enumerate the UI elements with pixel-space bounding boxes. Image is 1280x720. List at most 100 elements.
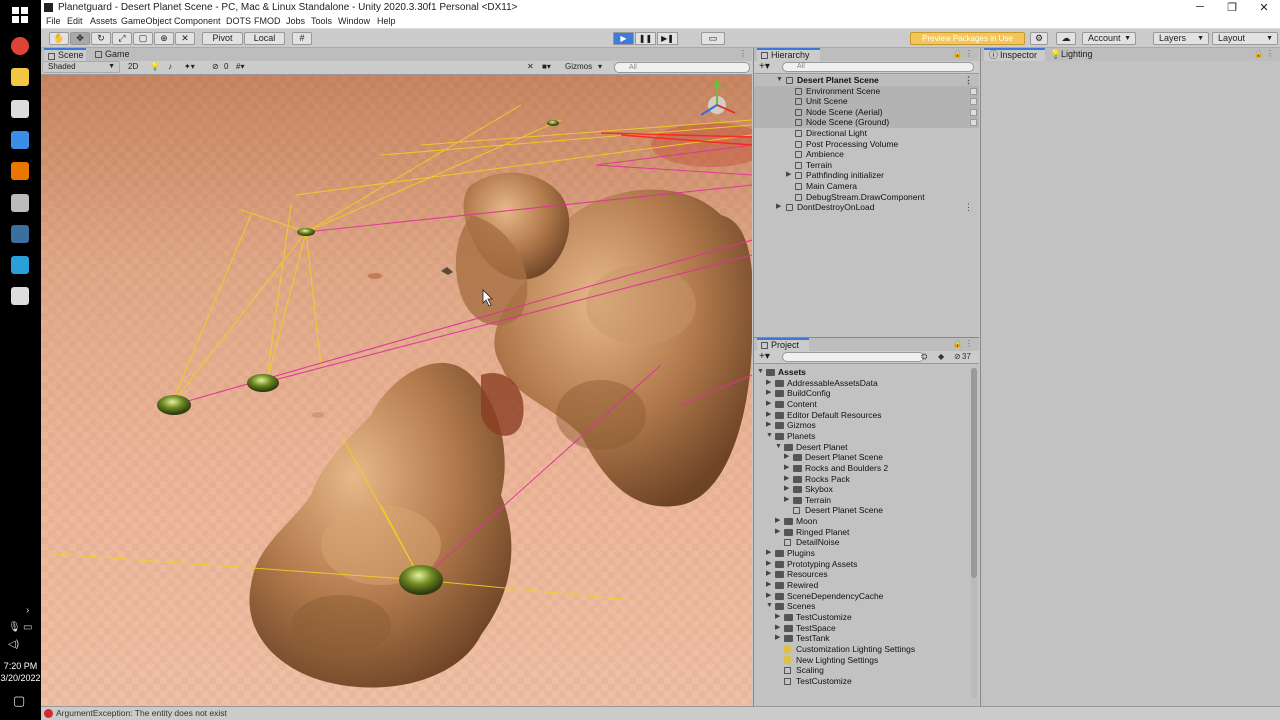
blender-icon[interactable] [11, 162, 29, 181]
project-item[interactable]: ▶ Moon [754, 516, 979, 527]
lighting-icon[interactable]: 💡 [150, 62, 160, 71]
app-blue-icon[interactable] [11, 130, 29, 149]
hierarchy-item[interactable]: Unit Scene [754, 96, 979, 107]
panel-menu-icon[interactable]: 🔒 ⋮ [953, 339, 973, 348]
hidden-objects-icon[interactable]: ⊘ [212, 62, 219, 71]
menu-window[interactable]: Window [338, 16, 370, 26]
project-item[interactable]: ▶ Terrain [754, 495, 979, 506]
tools-icon[interactable]: ✕ [527, 62, 534, 71]
visibility-toggle[interactable] [970, 98, 977, 106]
project-item[interactable]: TestCustomize [754, 676, 979, 687]
project-assets-root[interactable]: ▼ Assets [754, 367, 979, 378]
rotate-tool-button[interactable]: ↻ [91, 32, 111, 45]
local-toggle[interactable]: Local [244, 32, 285, 45]
project-item[interactable]: ▶ BuildConfig [754, 388, 979, 399]
hierarchy-item[interactable]: Directional Light [754, 128, 979, 139]
maximize-button[interactable]: ❐ [1217, 1, 1247, 14]
menu-edit[interactable]: Edit [67, 16, 83, 26]
file-explorer-icon[interactable] [11, 68, 29, 87]
menu-assets[interactable]: Assets [90, 16, 117, 26]
camera-icon[interactable]: ■▾ [542, 62, 551, 71]
notifications-icon[interactable]: ▢ [13, 693, 25, 709]
shading-mode-dropdown[interactable]: Shaded ▼ [42, 61, 120, 73]
app-cyan-icon[interactable] [11, 256, 29, 275]
menu-dots[interactable]: DOTS [226, 16, 251, 26]
layout-dropdown[interactable]: Layout ▼ [1212, 32, 1278, 45]
project-item[interactable]: ▶ Gizmos [754, 420, 979, 431]
move-tool-button[interactable]: ✥ [70, 32, 90, 45]
custom-tool-button[interactable]: ✕ [175, 32, 195, 45]
project-item[interactable]: DetailNoise [754, 537, 979, 548]
collab-icon[interactable]: ⚙ [1030, 32, 1048, 45]
minimize-button[interactable]: ─ [1185, 1, 1215, 13]
project-item[interactable]: ▶ Ringed Planet [754, 527, 979, 538]
hierarchy-scene-root[interactable]: ▼ Desert Planet Scene ⋮ [754, 75, 979, 86]
scene-viewport[interactable] [41, 75, 752, 706]
preview-packages-button[interactable]: Preview Packages in Use [910, 32, 1025, 45]
unity-icon[interactable] [11, 99, 29, 118]
hierarchy-item[interactable]: Node Scene (Ground) [754, 117, 979, 128]
menu-gameobject[interactable]: GameObject [121, 16, 172, 26]
mic-icon[interactable]: 🎙 [8, 622, 21, 633]
project-item[interactable]: ▶ Rocks and Boulders 2 [754, 463, 979, 474]
menu-fmod[interactable]: FMOD [254, 16, 281, 26]
unity-active-icon[interactable] [11, 287, 29, 306]
volume-icon[interactable]: ◁) [8, 639, 19, 650]
project-item[interactable]: Scaling [754, 665, 979, 676]
status-bar[interactable]: ArgumentException: The entity does not e… [41, 706, 1280, 720]
panel-menu-icon[interactable]: 🔒 ⋮ [953, 49, 973, 58]
tab-scene[interactable]: Scene [44, 48, 86, 61]
layers-dropdown[interactable]: Layers ▼ [1153, 32, 1209, 45]
hierarchy-item[interactable]: ▶ Pathfinding initializer [754, 170, 979, 181]
project-item[interactable]: ▼ Scenes [754, 601, 979, 612]
chevron-up-icon[interactable]: › [26, 605, 29, 616]
effects-icon[interactable]: ✦▾ [184, 62, 195, 71]
project-scrollbar[interactable] [971, 368, 977, 698]
layout-view-button[interactable]: ▭ [701, 32, 725, 45]
hierarchy-item[interactable]: Post Processing Volume [754, 139, 979, 150]
path-node[interactable] [297, 228, 315, 236]
audio-icon[interactable]: ♪ [168, 62, 172, 71]
tab-lighting[interactable]: 💡 Lighting [1047, 48, 1101, 61]
panel-menu-icon[interactable]: 🔒 ⋮ [1254, 49, 1274, 58]
cloud-icon[interactable]: ☁ [1056, 32, 1076, 45]
project-item[interactable]: ▼ Desert Planet [754, 442, 979, 453]
chrome-icon[interactable] [11, 37, 29, 55]
filter-type-icon[interactable]: ⛭ [921, 352, 927, 362]
project-item[interactable]: ▶ TestCustomize [754, 612, 979, 623]
add-object-button[interactable]: +▾ [759, 61, 770, 72]
visibility-toggle[interactable] [970, 87, 977, 95]
project-item[interactable]: ▶ Plugins [754, 548, 979, 559]
project-item[interactable]: ▶ Desert Planet Scene [754, 452, 979, 463]
2d-toggle[interactable]: 2D [128, 62, 138, 71]
grid-snap-button[interactable]: # [292, 32, 312, 45]
project-item[interactable]: ▶ Rewired [754, 580, 979, 591]
hierarchy-item[interactable]: Terrain [754, 160, 979, 171]
project-item[interactable]: New Lighting Settings [754, 655, 979, 666]
project-item[interactable]: ▶ Skybox [754, 484, 979, 495]
project-item[interactable]: ▶ Editor Default Resources [754, 410, 979, 421]
step-button[interactable]: ▶❚ [657, 32, 678, 45]
transform-tool-button[interactable]: ⊕ [154, 32, 174, 45]
panel-menu-icon[interactable]: ⋮ [739, 49, 747, 58]
visibility-toggle[interactable] [970, 119, 977, 127]
taskbar-clock[interactable]: 7:20 PM 3/20/2022 [0, 660, 41, 684]
pause-button[interactable]: ❚❚ [635, 32, 656, 45]
visibility-toggle[interactable] [970, 108, 977, 116]
scene-search-input[interactable]: All [614, 62, 750, 73]
project-item[interactable]: Desert Planet Scene [754, 505, 979, 516]
project-item[interactable]: ▶ SceneDependencyCache [754, 591, 979, 602]
project-item[interactable]: ▶ Content [754, 399, 979, 410]
grid-toggle[interactable]: #▾ [236, 62, 244, 71]
filter-label-icon[interactable]: ◆ [938, 352, 944, 361]
hierarchy-item[interactable]: Ambience [754, 149, 979, 160]
hierarchy-item[interactable]: Main Camera [754, 181, 979, 192]
play-button[interactable]: ▶ [613, 32, 634, 45]
project-search-input[interactable] [782, 352, 924, 362]
hand-tool-button[interactable]: ✋ [49, 32, 69, 45]
scale-tool-button[interactable]: ⤢ [112, 32, 132, 45]
account-dropdown[interactable]: Account ▼ [1082, 32, 1136, 45]
pivot-toggle[interactable]: Pivot [202, 32, 243, 45]
tab-hierarchy[interactable]: Hierarchy [757, 48, 820, 61]
menu-component[interactable]: Component [174, 16, 221, 26]
